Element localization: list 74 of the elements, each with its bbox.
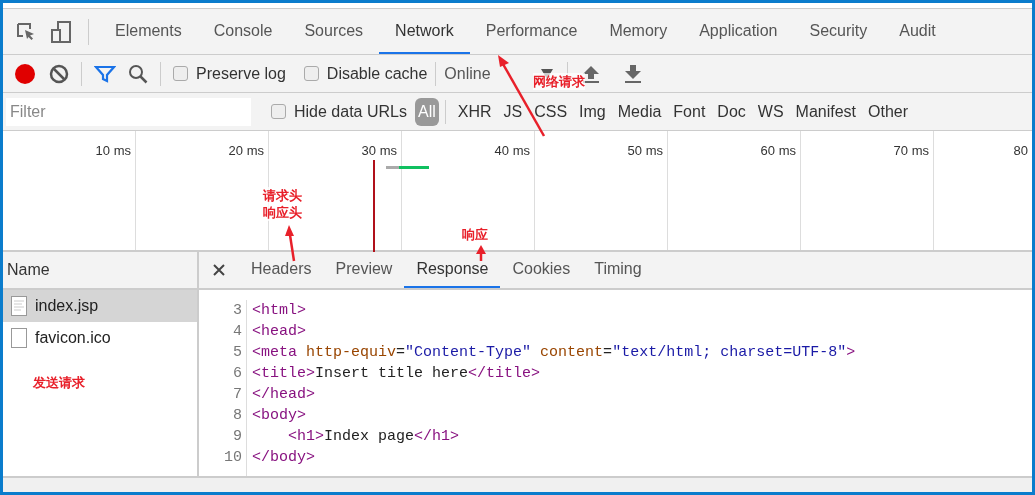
time-tick-label: 70 ms <box>893 143 929 158</box>
annotation-label: 发送请求 <box>33 374 85 391</box>
panel-tab[interactable]: Console <box>197 9 289 54</box>
time-tick-label: 50 ms <box>627 143 663 158</box>
panel-tab[interactable]: Sources <box>288 9 380 54</box>
type-filter-chip[interactable]: Media <box>614 97 665 126</box>
type-filter-chip[interactable]: Img <box>576 97 609 126</box>
blank-file-icon <box>11 328 27 348</box>
detail-tab[interactable]: Cookies <box>500 252 583 288</box>
line-number: 5 <box>233 343 242 363</box>
type-filter-chip[interactable]: JS <box>500 97 526 126</box>
throttling-dropdown[interactable]: Online <box>444 61 491 86</box>
code-line: <meta http-equiv="Content-Type" content="text/html; charset=UTF-8"> <box>252 343 856 363</box>
type-filter-chip[interactable]: Font <box>670 97 709 126</box>
disable-cache-label: Disable cache <box>326 63 428 84</box>
time-tick-label: 80 <box>1013 143 1028 158</box>
line-number: 7 <box>233 385 242 405</box>
request-row[interactable]: index.jsp <box>3 290 197 322</box>
line-number: 3 <box>233 301 242 321</box>
type-filter-chip[interactable]: XHR <box>454 97 495 126</box>
hide-data-urls-checkbox[interactable] <box>271 104 286 119</box>
panel-tab[interactable]: Application <box>683 9 794 54</box>
line-number: 9 <box>233 427 242 447</box>
line-number: 6 <box>233 364 242 384</box>
search-icon[interactable] <box>128 63 148 84</box>
annotation-label: 网络请求 <box>533 73 585 90</box>
device-icon[interactable] <box>50 20 72 43</box>
record-button[interactable] <box>15 63 35 84</box>
detail-tab[interactable]: Preview <box>323 252 405 288</box>
preserve-log-label: Preserve log <box>196 63 286 84</box>
close-icon[interactable] <box>213 264 225 276</box>
type-filter-chip[interactable]: CSS <box>531 97 571 126</box>
name-column-header: Name <box>7 260 50 280</box>
clear-icon[interactable] <box>49 63 69 84</box>
type-filter-chip[interactable]: Doc <box>714 97 749 126</box>
panel-tab[interactable]: Memory <box>593 9 684 54</box>
code-line: </head> <box>252 385 316 405</box>
code-line: <body> <box>252 406 307 426</box>
request-name: index.jsp <box>35 296 99 316</box>
annotation-arrow <box>285 225 296 262</box>
disable-cache-checkbox[interactable] <box>303 66 319 81</box>
type-filter-chip[interactable]: Other <box>865 97 912 126</box>
type-filter-chip[interactable]: WS <box>754 97 787 126</box>
detail-tab[interactable]: Timing <box>582 252 654 288</box>
time-tick-label: 60 ms <box>760 143 796 158</box>
line-number: 8 <box>233 406 242 426</box>
type-filter-chip[interactable]: Manifest <box>792 97 860 126</box>
annotation-arrow <box>476 245 486 261</box>
filter-icon[interactable] <box>94 63 116 84</box>
preserve-log-checkbox[interactable] <box>173 66 188 81</box>
annotation-label: 请求头 响应头 <box>263 187 302 221</box>
code-line: </body> <box>252 448 316 468</box>
filter-field[interactable]: Filter <box>6 97 251 126</box>
download-icon[interactable] <box>623 63 642 84</box>
line-number: 10 <box>224 448 242 468</box>
code-line: <head> <box>252 322 307 342</box>
request-name: favicon.ico <box>35 328 111 348</box>
hide-data-urls-label: Hide data URLs <box>294 101 407 122</box>
inspect-icon[interactable] <box>16 21 36 42</box>
time-tick-label: 10 ms <box>95 143 131 158</box>
annotation-label: 响应 <box>462 226 488 243</box>
panel-tab[interactable]: Audit <box>883 9 952 54</box>
time-tick-label: 20 ms <box>228 143 264 158</box>
panel-tab[interactable]: Performance <box>469 9 594 54</box>
time-tick-label: 30 ms <box>361 143 397 158</box>
panel-tab[interactable]: Elements <box>99 9 198 54</box>
code-line: <title>Insert title here</title> <box>252 364 542 384</box>
time-tick-label: 40 ms <box>494 143 530 158</box>
detail-tab[interactable]: Headers <box>239 252 324 288</box>
document-icon <box>11 296 27 316</box>
panel-tab[interactable]: Security <box>793 9 884 54</box>
code-line: <html> <box>252 301 307 321</box>
code-line: <h1>Index page</h1> <box>287 427 461 447</box>
line-number: 4 <box>233 322 242 342</box>
